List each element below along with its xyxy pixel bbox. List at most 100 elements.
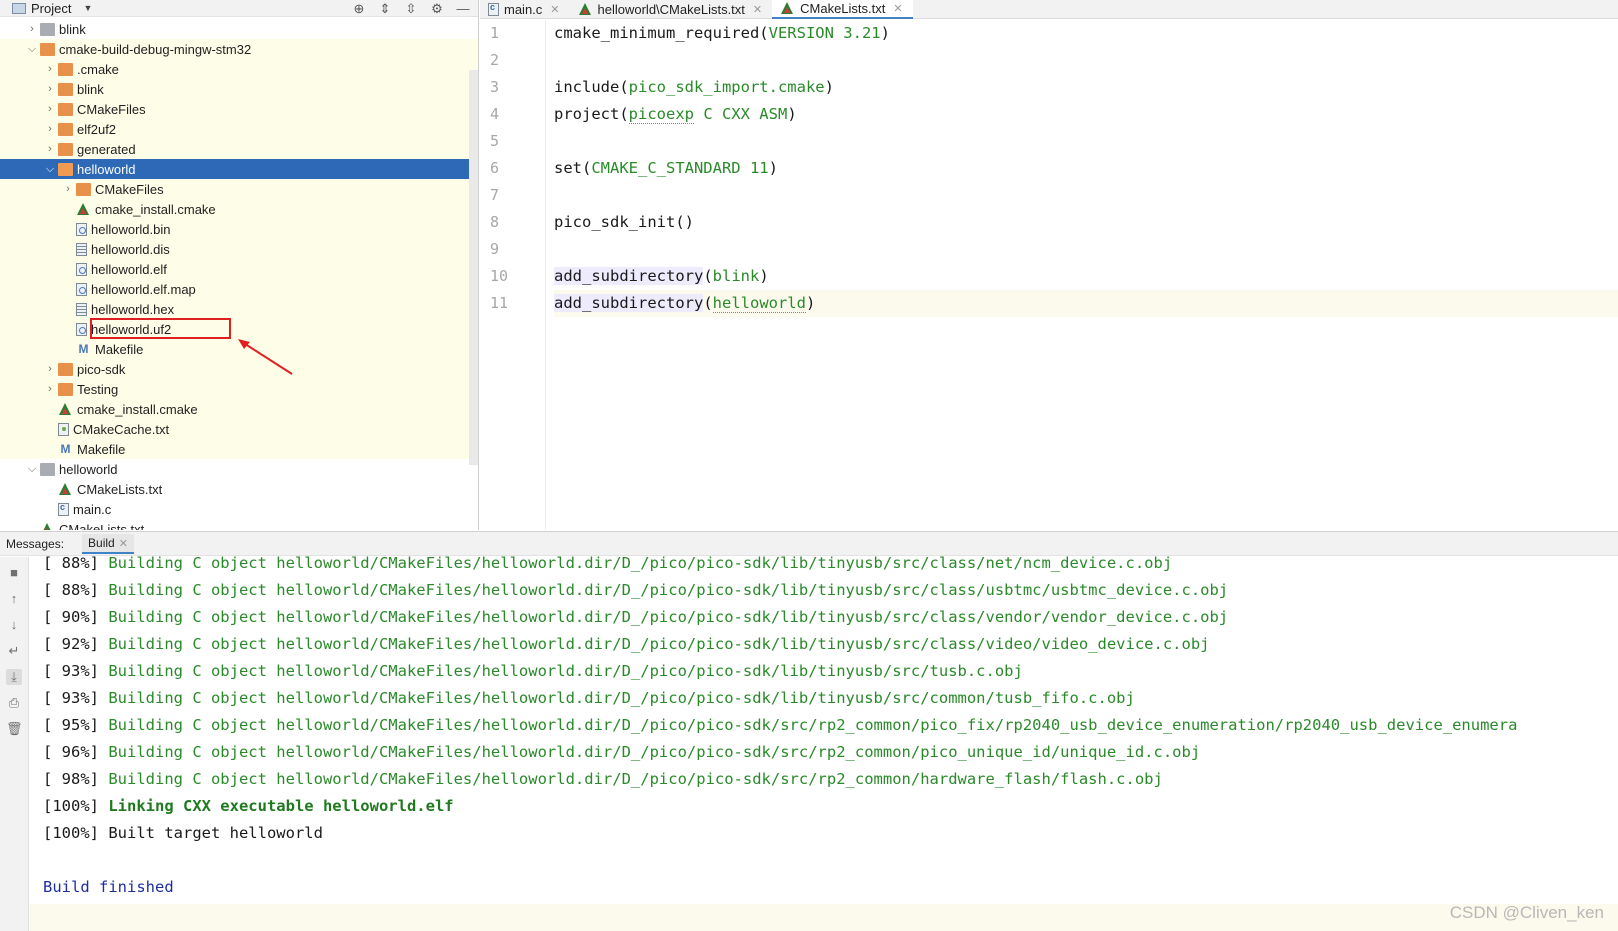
code-editor[interactable]: 1 2 3 4 5 6 7 8 9 10 11 cmake_minimum_required(VER… bbox=[480, 20, 1618, 530]
arrow-down-icon[interactable]: ↓ bbox=[6, 617, 22, 633]
code-line[interactable]: include(pico_sdk_import.cmake) bbox=[554, 74, 1618, 101]
tree-item[interactable]: helloworld.dis bbox=[0, 239, 478, 259]
editor-tab[interactable]: main.c ✕ bbox=[480, 0, 570, 19]
tree-item[interactable]: › .cmake bbox=[0, 59, 478, 79]
code-line[interactable] bbox=[554, 182, 1618, 209]
folder-icon bbox=[40, 462, 55, 476]
tree-scrollbar[interactable] bbox=[469, 70, 478, 465]
code-line[interactable] bbox=[554, 236, 1618, 263]
makefile-icon: M bbox=[60, 441, 71, 456]
hide-icon[interactable]: — bbox=[456, 1, 470, 16]
chevron-right-icon[interactable]: › bbox=[60, 183, 76, 195]
code-token: helloworld bbox=[712, 294, 806, 313]
chevron-right-icon[interactable]: › bbox=[42, 123, 58, 135]
chevron-right-icon[interactable]: › bbox=[42, 383, 58, 395]
print-icon[interactable]: ⎙ bbox=[6, 695, 22, 711]
tree-item[interactable]: helloworld.bin bbox=[0, 219, 478, 239]
editor-tab-label: helloworld\CMakeLists.txt bbox=[597, 2, 745, 17]
folder-excluded-icon bbox=[58, 62, 73, 76]
soft-wrap-icon[interactable]: ↵ bbox=[6, 643, 22, 659]
tree-item-label: pico-sdk bbox=[77, 361, 126, 377]
code-line[interactable] bbox=[554, 47, 1618, 74]
locate-icon[interactable]: ⊕ bbox=[352, 1, 366, 17]
chevron-down-icon[interactable]: ⌵ bbox=[24, 43, 40, 56]
tree-item[interactable]: CMakeCache.txt bbox=[0, 419, 478, 439]
chevron-right-icon[interactable]: › bbox=[42, 143, 58, 155]
close-icon[interactable]: ✕ bbox=[550, 3, 559, 16]
tree-item[interactable]: › elf2uf2 bbox=[0, 119, 478, 139]
tree-item[interactable]: ⌵ cmake-build-debug-mingw-stm32 bbox=[0, 39, 478, 59]
messages-toolbar: ■ ↑ ↓ ↵ ⤓ ⎙ 🗑 bbox=[0, 557, 29, 931]
code-line[interactable]: project(picoexp C CXX ASM) bbox=[554, 101, 1618, 128]
cmake-icon bbox=[780, 2, 795, 15]
code-token: CMAKE_C_STANDARD 11 bbox=[591, 159, 769, 177]
code-area[interactable]: cmake_minimum_required(VERSION 3.21) incl… bbox=[554, 20, 1618, 317]
code-token: pico_sdk_import.cmake bbox=[628, 78, 825, 96]
line-number: 2 bbox=[490, 51, 500, 69]
cache-file-icon bbox=[58, 422, 69, 436]
editor-tabs: main.c✕helloworld\CMakeLists.txt✕CMakeLi… bbox=[480, 0, 1618, 19]
trash-icon[interactable]: 🗑 bbox=[6, 721, 23, 737]
project-view-title[interactable]: Project bbox=[31, 1, 71, 16]
tree-item[interactable]: helloworld.elf bbox=[0, 259, 478, 279]
tree-item[interactable]: › blink bbox=[0, 79, 478, 99]
code-line[interactable]: pico_sdk_init() bbox=[554, 209, 1618, 236]
chevron-right-icon[interactable]: › bbox=[24, 23, 40, 35]
close-icon[interactable]: ✕ bbox=[893, 2, 902, 15]
tree-item-label: CMakeFiles bbox=[77, 101, 146, 117]
tree-item[interactable]: ⌵ helloworld bbox=[0, 459, 478, 479]
tree-item[interactable]: cmake_install.cmake bbox=[0, 199, 478, 219]
chevron-down-icon[interactable]: ⌵ bbox=[24, 463, 40, 476]
editor-tab[interactable]: helloworld\CMakeLists.txt ✕ bbox=[570, 0, 773, 19]
chevron-right-icon[interactable]: › bbox=[42, 63, 58, 75]
tree-item[interactable]: helloworld.elf.map bbox=[0, 279, 478, 299]
line-number: 9 bbox=[490, 240, 500, 258]
close-icon[interactable]: ✕ bbox=[119, 538, 128, 550]
code-line[interactable] bbox=[554, 128, 1618, 155]
tree-item[interactable]: › CMakeFiles bbox=[0, 99, 478, 119]
code-line[interactable]: set(CMAKE_C_STANDARD 11) bbox=[554, 155, 1618, 182]
cmake-icon bbox=[40, 522, 55, 530]
tree-item[interactable]: helloworld.hex bbox=[0, 299, 478, 319]
c-file-icon bbox=[58, 502, 69, 516]
tree-item[interactable]: helloworld.uf2 bbox=[0, 319, 478, 339]
tree-item-label: generated bbox=[77, 141, 136, 157]
output-progress: [ 93%] bbox=[43, 662, 109, 680]
code-token: ) bbox=[880, 24, 890, 42]
tree-item[interactable]: cmake_install.cmake bbox=[0, 399, 478, 419]
output-progress: [ 96%] bbox=[43, 743, 109, 761]
tree-item[interactable]: CMakeLists.txt bbox=[0, 519, 478, 530]
gear-icon[interactable]: ⚙ bbox=[430, 1, 444, 17]
output-text: Building C object helloworld/CMakeFiles/… bbox=[108, 635, 1210, 653]
tree-item[interactable]: › CMakeFiles bbox=[0, 179, 478, 199]
tree-item[interactable]: › Testing bbox=[0, 379, 478, 399]
close-icon[interactable]: ✕ bbox=[753, 3, 762, 16]
output-line: [ 93%] Building C object helloworld/CMak… bbox=[43, 658, 1618, 685]
tree-item[interactable]: main.c bbox=[0, 499, 478, 519]
chevron-down-icon[interactable]: ▼ bbox=[83, 3, 92, 13]
build-output[interactable]: [ 88%] Building C object helloworld/CMak… bbox=[43, 550, 1618, 901]
chevron-right-icon[interactable]: › bbox=[42, 103, 58, 115]
output-line: [ 95%] Building C object helloworld/CMak… bbox=[43, 712, 1618, 739]
tree-item[interactable]: CMakeLists.txt bbox=[0, 479, 478, 499]
line-number: 10 bbox=[490, 267, 509, 285]
code-line[interactable]: add_subdirectory(blink) bbox=[554, 263, 1618, 290]
stop-icon[interactable]: ■ bbox=[6, 565, 22, 581]
chevron-right-icon[interactable]: › bbox=[42, 83, 58, 95]
code-token: pico_sdk_init() bbox=[554, 213, 694, 231]
tree-item[interactable]: ⌵ helloworld bbox=[0, 159, 478, 179]
editor-tab[interactable]: CMakeLists.txt ✕ bbox=[772, 0, 913, 19]
scroll-to-end-icon[interactable]: ⤓ bbox=[6, 669, 22, 685]
collapse-all-icon[interactable]: ⇳ bbox=[404, 1, 418, 17]
code-line[interactable]: cmake_minimum_required(VERSION 3.21) bbox=[554, 20, 1618, 47]
arrow-up-icon[interactable]: ↑ bbox=[6, 591, 22, 607]
expand-all-icon[interactable]: ⇕ bbox=[378, 1, 392, 17]
project-panel: Project ▼ ⊕ ⇕ ⇳ ⚙ — › blink ⌵ cmake-build-d… bbox=[0, 0, 479, 530]
code-line[interactable]: add_subdirectory(helloworld) bbox=[554, 290, 1618, 317]
tree-item[interactable]: › blink bbox=[0, 19, 478, 39]
tree-item[interactable]: M Makefile bbox=[0, 439, 478, 459]
chevron-down-icon[interactable]: ⌵ bbox=[42, 163, 58, 176]
tree-item[interactable]: › generated bbox=[0, 139, 478, 159]
chevron-right-icon[interactable]: › bbox=[42, 363, 58, 375]
output-text: Building C object helloworld/CMakeFiles/… bbox=[108, 689, 1135, 707]
